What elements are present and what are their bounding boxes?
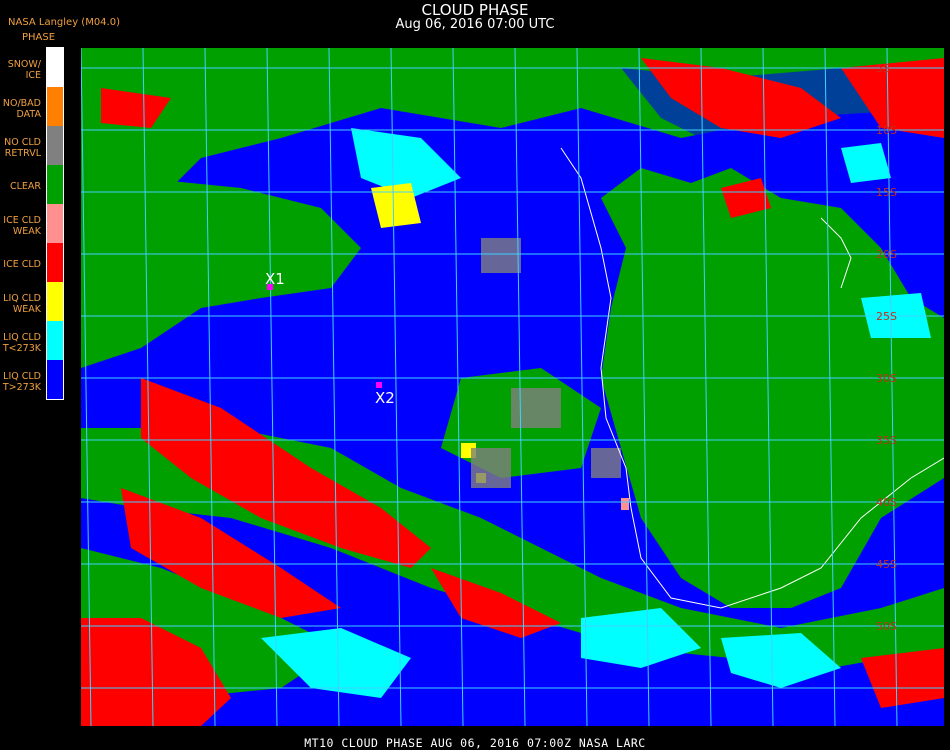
legend-swatch-liq-cld-weak xyxy=(47,282,63,321)
legend-swatch-liq-cld-warm xyxy=(47,360,63,399)
legend-swatch-ice-cld-weak xyxy=(47,204,63,243)
legend-swatch-snow-ice xyxy=(47,48,63,87)
latitude-label: 5S xyxy=(876,62,890,75)
marker-x2-label: X2 xyxy=(375,389,395,407)
latitude-label: 20S xyxy=(876,248,897,261)
footer-caption: MT10 CLOUD PHASE AUG 06, 2016 07:00Z NAS… xyxy=(304,736,646,750)
marker-x2 xyxy=(376,382,382,388)
latitude-label: 30S xyxy=(876,372,897,385)
legend-label-no-cld-retrvl: NO CLD RETRVL xyxy=(4,137,41,159)
legend-label-ice-cld: ICE CLD xyxy=(3,259,41,270)
latitude-label: 45S xyxy=(876,558,897,571)
latitude-label: 50S xyxy=(876,620,897,633)
credit-label: NASA Langley (M04.0) xyxy=(8,17,120,28)
legend-label-no-bad-data: NO/BAD DATA xyxy=(2,98,41,120)
legend-swatch-liq-cld-cold xyxy=(47,321,63,360)
legend-swatch-no-cld-retrvl xyxy=(47,126,63,165)
latitude-label: 15S xyxy=(876,186,897,199)
legend-color-bar xyxy=(46,47,64,400)
latitude-label: 25S xyxy=(876,310,897,323)
legend-title: PHASE xyxy=(22,32,56,43)
legend-label-liq-cld-weak: LIQ CLD WEAK xyxy=(3,293,41,315)
legend-label-snow-ice: SNOW/ICE xyxy=(7,59,41,81)
legend-swatch-no-bad-data xyxy=(47,87,63,126)
legend-label-clear: CLEAR xyxy=(9,181,41,192)
map-datetime: Aug 06, 2016 07:00 UTC xyxy=(395,17,555,32)
latitude-label: 40S xyxy=(876,496,897,509)
legend-swatch-clear xyxy=(47,165,63,204)
legend-label-ice-cld-weak: ICE CLD WEAK xyxy=(3,215,41,237)
latitude-label: 10S xyxy=(876,124,897,137)
legend-label-liq-cld-cold: LIQ CLD T<273K xyxy=(2,332,41,354)
legend-swatch-ice-cld xyxy=(47,243,63,282)
latitude-label: 35S xyxy=(876,434,897,447)
cloud-phase-map[interactable]: 5S 10S 15S 20S 25S 30S 35S 40S 45S 50S X1 X2 xyxy=(81,48,944,726)
legend-label-liq-cld-warm: LIQ CLD T>273K xyxy=(2,371,41,393)
marker-x1-label: X1 xyxy=(265,270,285,288)
